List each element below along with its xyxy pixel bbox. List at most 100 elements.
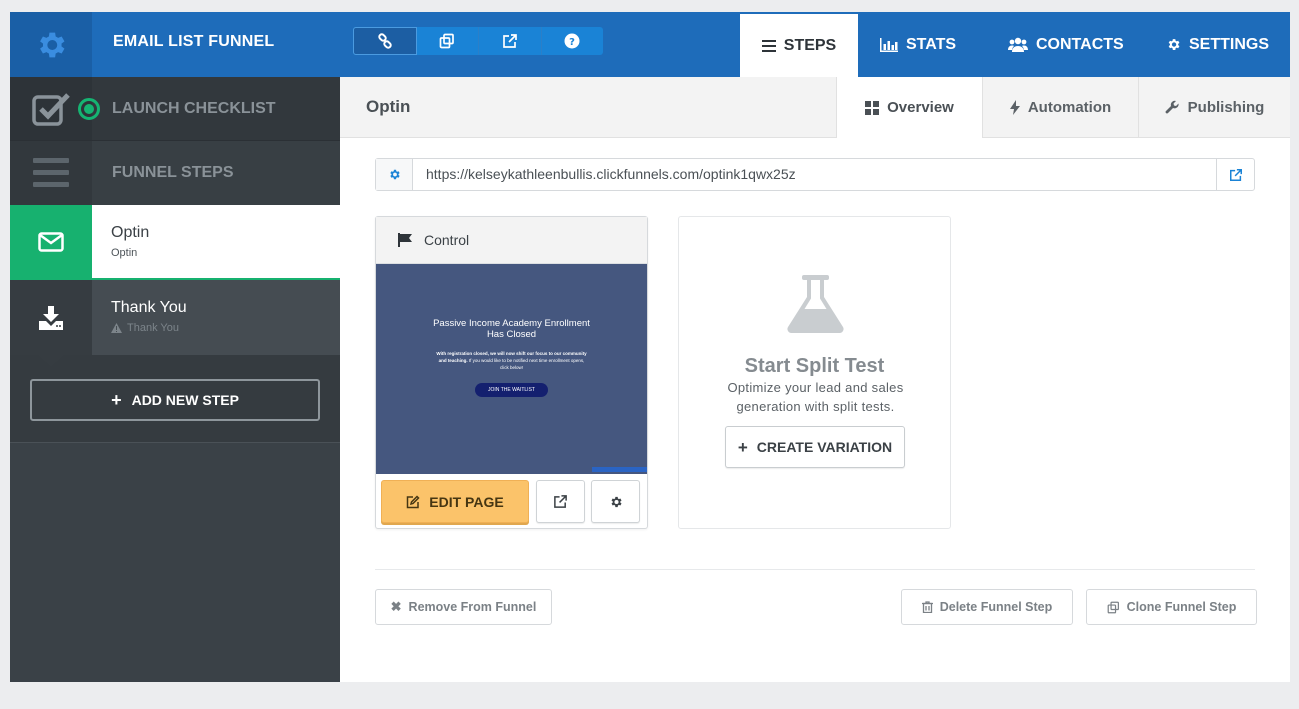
preview-title: Passive Income Academy Enrollment Has Cl… bbox=[376, 318, 647, 340]
close-icon: ✖ bbox=[390, 599, 402, 614]
tab-publishing[interactable]: Publishing bbox=[1138, 77, 1290, 138]
funnel-steps-label: FUNNEL STEPS bbox=[112, 164, 234, 181]
link-icon bbox=[378, 33, 392, 49]
tab-publishing-label: Publishing bbox=[1187, 99, 1265, 116]
preview-body: With registration closed, we will now sh… bbox=[434, 350, 589, 371]
tab-automation-label: Automation bbox=[1027, 99, 1112, 116]
gear-icon bbox=[611, 496, 622, 507]
edit-icon bbox=[407, 494, 420, 508]
delete-funnel-step-label: Delete Funnel Step bbox=[939, 600, 1053, 614]
clone-funnel-button[interactable] bbox=[417, 27, 479, 55]
step-name: Optin bbox=[111, 224, 150, 241]
variation-settings-button[interactable] bbox=[591, 480, 640, 523]
step-type: Thank You bbox=[111, 322, 179, 334]
url-settings-button[interactable] bbox=[376, 159, 413, 190]
funnel-editor: EMAIL LIST FUNNEL ? STEPS STATS CONTACTS… bbox=[10, 12, 1290, 682]
edit-page-button[interactable]: EDIT PAGE bbox=[381, 480, 529, 523]
control-label: Control bbox=[424, 232, 470, 248]
funnel-step-thank-you[interactable]: Thank You Thank You bbox=[10, 280, 340, 355]
grid-icon bbox=[865, 100, 880, 115]
help-icon: ? bbox=[564, 33, 580, 49]
copy-link-button[interactable] bbox=[353, 27, 417, 55]
optin-icon-box bbox=[10, 205, 92, 278]
add-step-area: + ADD NEW STEP bbox=[10, 355, 340, 443]
preview-waitlist-button: JOIN THE WAITLIST bbox=[475, 383, 548, 397]
tab-settings[interactable]: SETTINGS bbox=[1166, 12, 1269, 77]
split-test-title: Start Split Test bbox=[744, 355, 885, 377]
preview-page-button[interactable] bbox=[536, 480, 585, 523]
trash-icon bbox=[921, 601, 933, 613]
bar-chart-icon bbox=[880, 37, 898, 52]
funnel-tools: ? bbox=[353, 27, 603, 55]
edit-page-label: EDIT PAGE bbox=[429, 493, 504, 510]
step-pointer bbox=[38, 355, 64, 367]
funnel-settings-button[interactable] bbox=[10, 12, 92, 77]
remove-from-funnel-button[interactable]: ✖ Remove From Funnel bbox=[375, 589, 552, 625]
clone-funnel-step-button[interactable]: Clone Funnel Step bbox=[1086, 589, 1257, 625]
tab-settings-label: SETTINGS bbox=[1189, 35, 1270, 53]
preview-title-line1: Passive Income Academy Enrollment bbox=[433, 318, 590, 329]
page-title: Optin bbox=[366, 97, 411, 116]
download-icon bbox=[39, 305, 63, 330]
tab-contacts[interactable]: CONTACTS bbox=[1008, 12, 1124, 77]
svg-text:?: ? bbox=[569, 37, 575, 48]
open-funnel-button[interactable] bbox=[479, 27, 542, 55]
divider bbox=[375, 569, 1255, 570]
add-new-step-button[interactable]: + ADD NEW STEP bbox=[30, 379, 320, 421]
clone-funnel-step-label: Clone Funnel Step bbox=[1126, 600, 1237, 614]
page-url-bar: https://kelseykathleenbullis.clickfunnel… bbox=[375, 158, 1255, 191]
users-icon bbox=[1008, 37, 1028, 52]
tab-steps-label: STEPS bbox=[783, 36, 837, 54]
flask-icon bbox=[787, 275, 844, 333]
warning-icon bbox=[111, 323, 122, 333]
step-name: Thank You bbox=[111, 299, 187, 316]
tab-automation[interactable]: Automation bbox=[982, 77, 1138, 138]
page-url-field[interactable]: https://kelseykathleenbullis.clickfunnel… bbox=[413, 159, 1216, 190]
open-url-button[interactable] bbox=[1216, 159, 1254, 190]
flag-icon bbox=[398, 233, 412, 247]
gear-icon bbox=[40, 32, 65, 57]
launch-checklist-label: LAUNCH CHECKLIST bbox=[112, 99, 276, 117]
thank-you-icon-box bbox=[10, 280, 92, 355]
plus-icon: + bbox=[737, 437, 748, 457]
preview-title-line2: Has Closed bbox=[486, 329, 537, 340]
step-type-label: Optin bbox=[111, 247, 138, 259]
page-preview[interactable]: Passive Income Academy Enrollment Has Cl… bbox=[376, 264, 647, 474]
tab-stats[interactable]: STATS bbox=[880, 12, 956, 77]
top-bar: EMAIL LIST FUNNEL ? STEPS STATS CONTACTS… bbox=[10, 12, 1290, 77]
create-variation-label: CREATE VARIATION bbox=[756, 439, 893, 455]
wrench-icon bbox=[1165, 100, 1179, 114]
bars-icon bbox=[761, 39, 776, 52]
envelope-icon bbox=[38, 231, 64, 252]
help-button[interactable]: ? bbox=[542, 27, 604, 55]
split-test-description: Optimize your lead and sales generation … bbox=[727, 380, 904, 414]
sidebar-item-launch-checklist[interactable]: LAUNCH CHECKLIST bbox=[10, 77, 340, 141]
gear-icon bbox=[1168, 39, 1180, 50]
preview-body-rest: If you would like to be notified next ti… bbox=[468, 358, 585, 370]
remove-from-funnel-label: Remove From Funnel bbox=[408, 600, 537, 614]
copy-icon bbox=[439, 33, 455, 49]
external-link-icon bbox=[554, 495, 567, 508]
control-variation-card: Control Passive Income Academy Enrollmen… bbox=[375, 216, 648, 529]
preview-badge bbox=[592, 467, 647, 472]
tab-contacts-label: CONTACTS bbox=[1036, 35, 1124, 53]
tab-overview[interactable]: Overview bbox=[836, 77, 982, 138]
delete-funnel-step-button[interactable]: Delete Funnel Step bbox=[901, 589, 1073, 625]
funnel-step-optin[interactable]: Optin Optin bbox=[10, 205, 340, 280]
step-type-label: Thank You bbox=[127, 322, 179, 334]
bolt-icon bbox=[1009, 100, 1020, 115]
sidebar: LAUNCH CHECKLIST FUNNEL STEPS Optin Opti… bbox=[10, 77, 340, 682]
control-header: Control bbox=[376, 217, 647, 264]
tab-overview-label: Overview bbox=[887, 99, 954, 116]
funnel-title: EMAIL LIST FUNNEL bbox=[113, 33, 275, 50]
status-dot-icon bbox=[78, 98, 100, 120]
menu-icon bbox=[33, 158, 69, 187]
tab-steps[interactable]: STEPS bbox=[740, 14, 858, 77]
external-link-icon bbox=[1229, 168, 1242, 181]
gear-icon bbox=[389, 169, 400, 180]
sidebar-funnel-steps-header: FUNNEL STEPS bbox=[10, 141, 340, 205]
step-type: Optin bbox=[111, 247, 137, 259]
funnel-steps-icon-box bbox=[10, 141, 92, 205]
tab-stats-label: STATS bbox=[906, 35, 957, 53]
create-variation-button[interactable]: + CREATE VARIATION bbox=[725, 426, 905, 468]
